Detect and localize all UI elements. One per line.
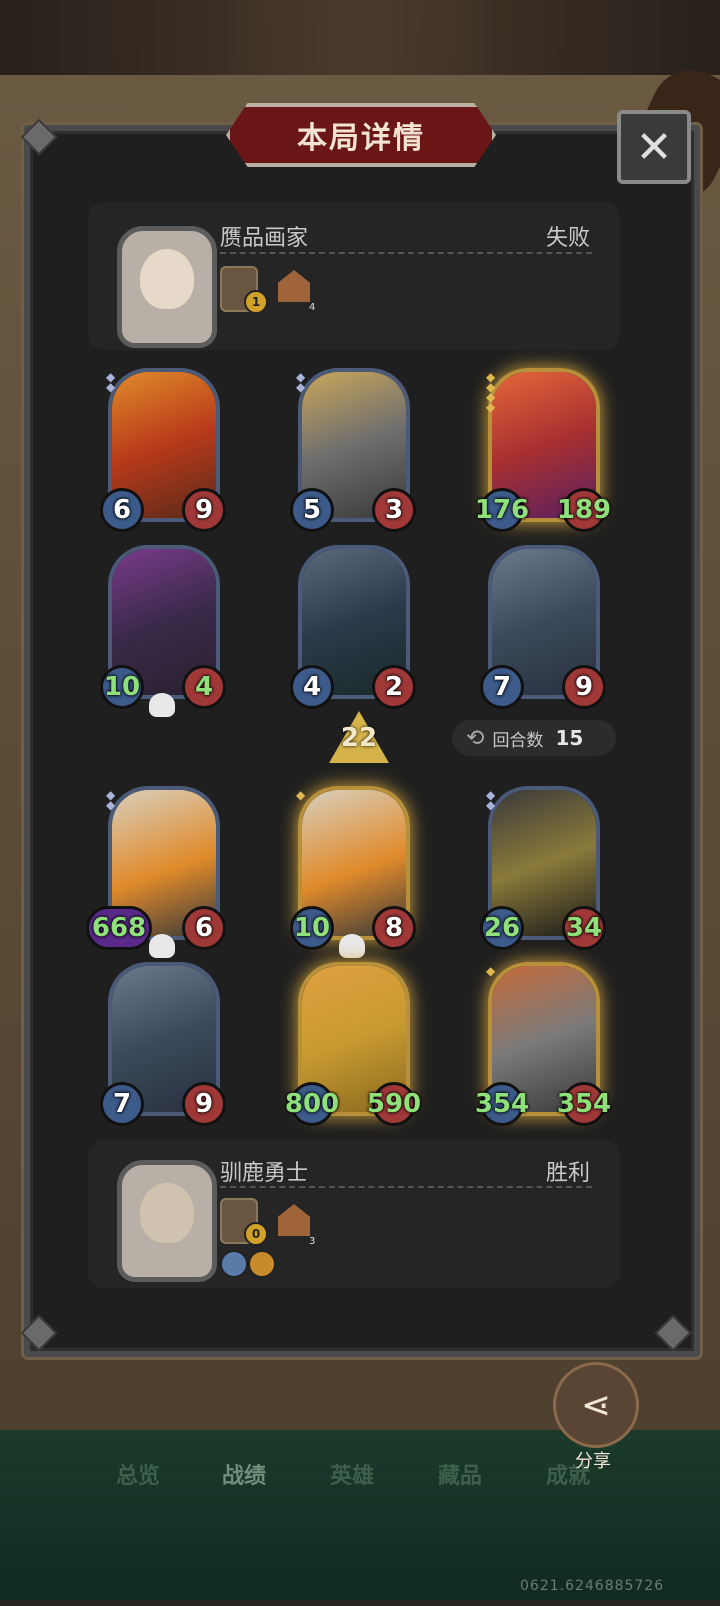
divider (220, 252, 592, 254)
card-attack: 176 (474, 495, 530, 525)
rounds-label: 回合数 (492, 730, 544, 751)
card-health: 34 (565, 913, 603, 943)
card-attack: 800 (284, 1089, 340, 1119)
card-health: 4 (194, 672, 214, 702)
player-card[interactable]: 7 9 (100, 962, 226, 1126)
player-card[interactable]: ◆ 10 8 (290, 786, 416, 958)
skull-icon (149, 693, 175, 717)
card-health: 8 (384, 913, 404, 943)
title-plate: 本局详情 (226, 103, 496, 167)
skill-icon[interactable] (248, 1250, 276, 1278)
opponent-card[interactable]: ◆ ◆ 5 3 (290, 368, 416, 532)
skull-icon (149, 934, 175, 958)
damage-value: 22 (340, 723, 378, 753)
opponent-name: 赝品画家 (220, 226, 309, 251)
player-result: 胜利 (546, 1161, 591, 1186)
card-attack: 5 (302, 495, 322, 525)
card-attack: 6 (112, 495, 132, 525)
card-attack: 26 (483, 913, 521, 943)
card-attack: 10 (293, 913, 331, 943)
skull-icon (339, 934, 365, 958)
opponent-card[interactable]: 7 9 (480, 545, 606, 709)
level-coin: 0 (244, 1222, 268, 1246)
level-coin: 1 (244, 290, 268, 314)
card-health: 3 (384, 495, 404, 525)
house-count: 4 (309, 302, 316, 313)
card-attack: 10 (103, 672, 141, 702)
opponent-card[interactable]: 4 2 (290, 545, 416, 709)
refresh-icon: ⟲ (466, 725, 485, 751)
card-attack: 4 (302, 672, 322, 702)
card-health: 2 (384, 672, 404, 702)
card-health: 590 (366, 1089, 422, 1119)
player-card[interactable]: ◆ 354 354 (475, 962, 611, 1126)
tab-overview[interactable]: 总览 (116, 1458, 160, 1490)
share-icon: ⋖ (580, 1384, 612, 1426)
tab-heroes[interactable]: 英雄 (330, 1458, 374, 1490)
card-health: 6 (194, 913, 214, 943)
rounds-value: 15 (555, 726, 584, 750)
card-health: 354 (556, 1089, 612, 1119)
tab-collection[interactable]: 藏品 (438, 1458, 482, 1490)
card-health: 9 (194, 1089, 214, 1119)
share-label: 分享 (575, 1451, 611, 1472)
footer-code: 0621.6246885726 (520, 1578, 665, 1594)
share-button[interactable]: ⋖ (553, 1362, 639, 1448)
close-icon: ✕ (635, 121, 673, 173)
card-attack: 668 (91, 913, 147, 943)
opponent-card[interactable]: ◆ ◆ 6 9 (100, 368, 226, 532)
opponent-card[interactable]: 10 4 (100, 545, 226, 717)
card-attack: 354 (474, 1089, 530, 1119)
card-attack: 7 (112, 1089, 132, 1119)
player-avatar[interactable] (117, 1160, 217, 1282)
card-health: 189 (556, 495, 612, 525)
player-card[interactable]: 800 590 (285, 962, 421, 1126)
player-card[interactable]: ◆ ◆ 26 34 (480, 786, 606, 950)
skill-icon[interactable] (220, 1250, 248, 1278)
card-health: 9 (574, 672, 594, 702)
opponent-card[interactable]: ◆ ◆ ◆ ◆ 176 189 (475, 368, 611, 532)
player-name: 驯鹿勇士 (220, 1161, 309, 1186)
house-count: 3 (309, 1236, 316, 1247)
rounds-counter: ⟲ 回合数 15 (452, 720, 616, 756)
tab-records[interactable]: 战绩 (222, 1458, 266, 1490)
player-card[interactable]: ◆ ◆ 668 6 (86, 786, 226, 958)
card-attack: 7 (492, 672, 512, 702)
opponent-avatar[interactable] (117, 226, 217, 348)
divider (220, 1186, 592, 1188)
close-button[interactable]: ✕ (617, 110, 691, 184)
opponent-result: 失败 (546, 226, 591, 251)
card-health: 9 (194, 495, 214, 525)
page-title: 本局详情 (297, 121, 425, 156)
